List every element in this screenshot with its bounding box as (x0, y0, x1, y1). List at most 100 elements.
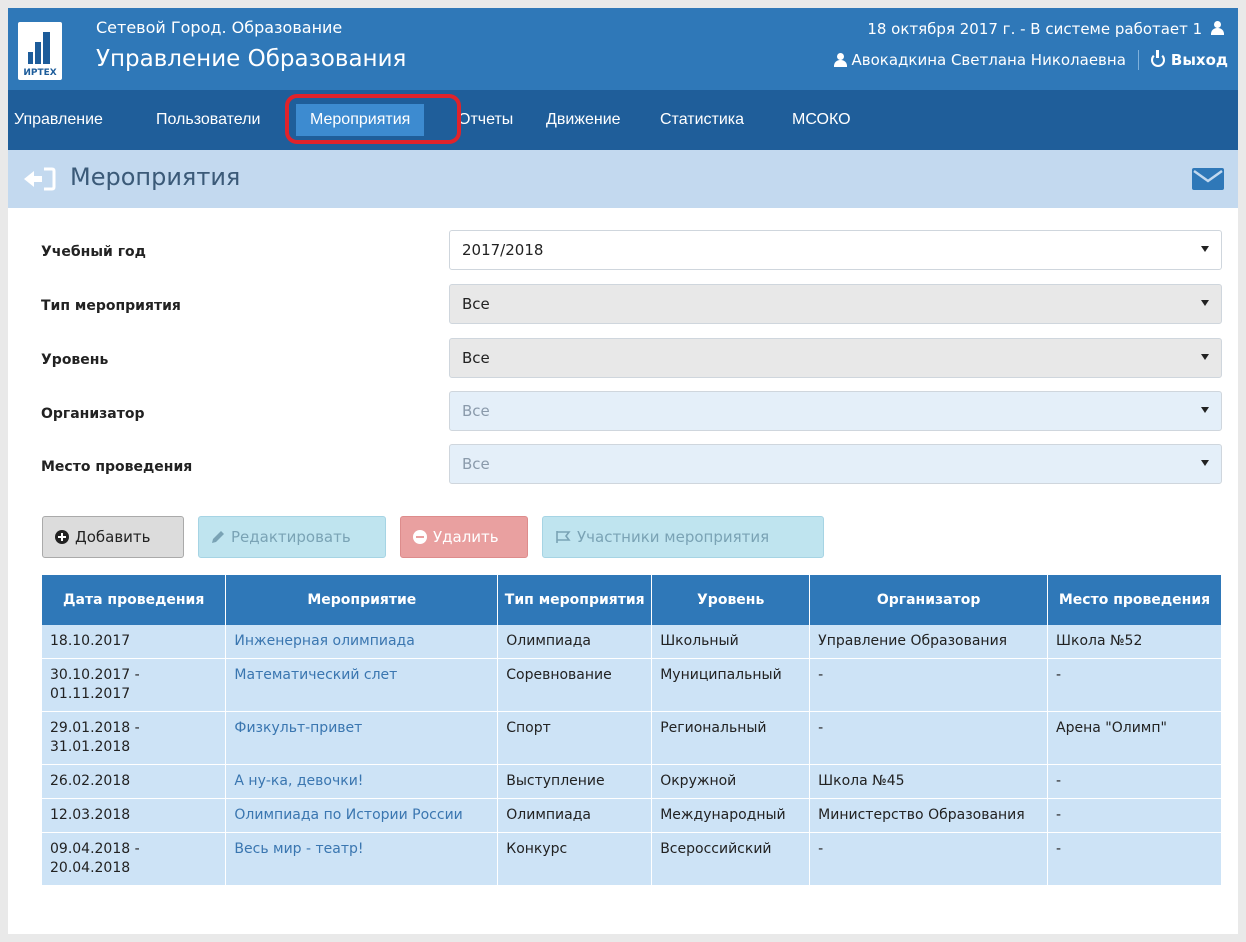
table-row[interactable]: 26.02.2018 А ну-ка, девочки! Выступление… (42, 764, 1222, 799)
delete-button[interactable]: Удалить (400, 516, 528, 558)
irtech-logo[interactable]: ИРТЕХ (18, 22, 62, 80)
filter-label-organizer: Организатор (41, 406, 145, 422)
cell-venue: - (1047, 798, 1222, 833)
table-header-row: Дата проведения Мероприятие Тип мероприя… (42, 575, 1222, 625)
main-nav: Управление Пользователи Мероприятия Отче… (8, 90, 1238, 150)
logout-button[interactable]: Выход (1150, 50, 1228, 69)
event-link[interactable]: Олимпиада по Истории России (225, 798, 499, 833)
page-header: Мероприятия (8, 150, 1238, 208)
event-link[interactable]: Физкульт-привет (225, 711, 499, 765)
event-link[interactable]: Математический слет (225, 658, 499, 712)
cell-organizer: Школа №45 (809, 764, 1049, 799)
column-header-date[interactable]: Дата проведения (42, 575, 227, 625)
cell-level: Школьный (651, 625, 811, 659)
venue-value: Все (462, 455, 490, 473)
level-select[interactable]: Все (449, 338, 1222, 378)
nav-item-statistics[interactable]: Статистика (658, 104, 746, 136)
column-header-event[interactable]: Мероприятие (225, 575, 499, 625)
add-button-label: Добавить (75, 528, 151, 546)
cell-level: Окружной (651, 764, 811, 799)
cell-type: Олимпиада (497, 625, 653, 659)
add-button[interactable]: Добавить (42, 516, 184, 558)
cell-venue: Школа №52 (1047, 625, 1222, 659)
cell-date: 26.02.2018 (42, 764, 227, 799)
logo-text: ИРТЕХ (23, 68, 57, 78)
column-header-level[interactable]: Уровень (651, 575, 811, 625)
app-window: ИРТЕХ Сетевой Город. Образование Управле… (8, 8, 1238, 934)
cell-type: Спорт (497, 711, 653, 765)
system-status-text: 18 октября 2017 г. - В системе работает … (867, 20, 1203, 38)
nav-item-movement[interactable]: Движение (544, 104, 623, 136)
year-select[interactable]: 2017/2018 (449, 230, 1222, 270)
app-title: Управление Образования (96, 46, 407, 72)
cell-type: Выступление (497, 764, 653, 799)
chevron-down-icon (1201, 354, 1209, 360)
minus-circle-icon (413, 530, 427, 544)
online-users-icon[interactable] (1211, 21, 1224, 35)
filter-label-type: Тип мероприятия (41, 298, 181, 314)
venue-select[interactable]: Все (449, 444, 1222, 484)
chevron-down-icon (1201, 246, 1209, 252)
cell-organizer: Управление Образования (809, 625, 1049, 659)
event-link[interactable]: А ну-ка, девочки! (225, 764, 499, 799)
page-title: Мероприятия (70, 163, 241, 191)
power-icon (1150, 50, 1165, 67)
user-bar: Авокадкина Светлана Николаевна Выход (830, 50, 1228, 70)
flag-icon (556, 531, 571, 543)
cell-date: 29.01.2018 - 31.01.2018 (42, 711, 227, 765)
divider (1137, 50, 1139, 70)
nav-item-reports[interactable]: Отчеты (456, 104, 515, 136)
cell-date: 18.10.2017 (42, 625, 227, 659)
cell-venue: - (1047, 764, 1222, 799)
filter-label-year: Учебный год (41, 244, 146, 260)
nav-item-users[interactable]: Пользователи (154, 104, 262, 136)
cell-level: Международный (651, 798, 811, 833)
cell-organizer: Министерство Образования (809, 798, 1049, 833)
column-header-venue[interactable]: Место проведения (1047, 575, 1222, 625)
edit-button-label: Редактировать (231, 528, 351, 546)
chevron-down-icon (1201, 300, 1209, 306)
cell-venue: Арена "Олимп" (1047, 711, 1222, 765)
participants-button-label: Участники мероприятия (577, 528, 770, 546)
event-link[interactable]: Весь мир - театр! (225, 832, 499, 885)
filter-label-level: Уровень (41, 352, 109, 368)
cell-level: Региональный (651, 711, 811, 765)
highlight-annotation (285, 94, 461, 144)
system-status: 18 октября 2017 г. - В системе работает … (867, 20, 1228, 38)
cell-date: 30.10.2017 - 01.11.2017 (42, 658, 227, 712)
table-row[interactable]: 30.10.2017 - 01.11.2017 Математический с… (42, 658, 1222, 712)
plus-circle-icon (55, 530, 69, 544)
chevron-down-icon (1201, 460, 1209, 466)
table-row[interactable]: 29.01.2018 - 31.01.2018 Физкульт-привет … (42, 711, 1222, 765)
events-table: Дата проведения Мероприятие Тип мероприя… (42, 575, 1222, 885)
table-row[interactable]: 18.10.2017 Инженерная олимпиада Олимпиад… (42, 625, 1222, 659)
cell-type: Олимпиада (497, 798, 653, 833)
event-type-value: Все (462, 295, 490, 313)
cell-organizer: - (809, 658, 1049, 712)
year-select-value: 2017/2018 (462, 241, 544, 259)
nav-item-msoko[interactable]: МСОКО (790, 104, 853, 136)
cell-date: 12.03.2018 (42, 798, 227, 833)
mail-icon[interactable] (1192, 168, 1224, 190)
event-link[interactable]: Инженерная олимпиада (225, 625, 499, 659)
column-header-organizer[interactable]: Организатор (809, 575, 1049, 625)
participants-button[interactable]: Участники мероприятия (542, 516, 824, 558)
chevron-down-icon (1201, 407, 1209, 413)
edit-button[interactable]: Редактировать (198, 516, 386, 558)
cell-type: Конкурс (497, 832, 653, 885)
cell-level: Муниципальный (651, 658, 811, 712)
event-type-select[interactable]: Все (449, 284, 1222, 324)
user-name[interactable]: Авокадкина Светлана Николаевна (851, 51, 1125, 69)
nav-item-management[interactable]: Управление (12, 104, 105, 136)
logout-label: Выход (1170, 51, 1228, 69)
table-row[interactable]: 12.03.2018 Олимпиада по Истории России О… (42, 798, 1222, 833)
cell-organizer: - (809, 711, 1049, 765)
cell-venue: - (1047, 658, 1222, 712)
level-value: Все (462, 349, 490, 367)
pencil-icon (212, 531, 224, 543)
table-row[interactable]: 09.04.2018 - 20.04.2018 Весь мир - театр… (42, 832, 1222, 885)
cell-venue: - (1047, 832, 1222, 885)
organizer-select[interactable]: Все (449, 391, 1222, 431)
column-header-type[interactable]: Тип мероприятия (497, 575, 653, 625)
back-icon[interactable] (22, 166, 56, 192)
